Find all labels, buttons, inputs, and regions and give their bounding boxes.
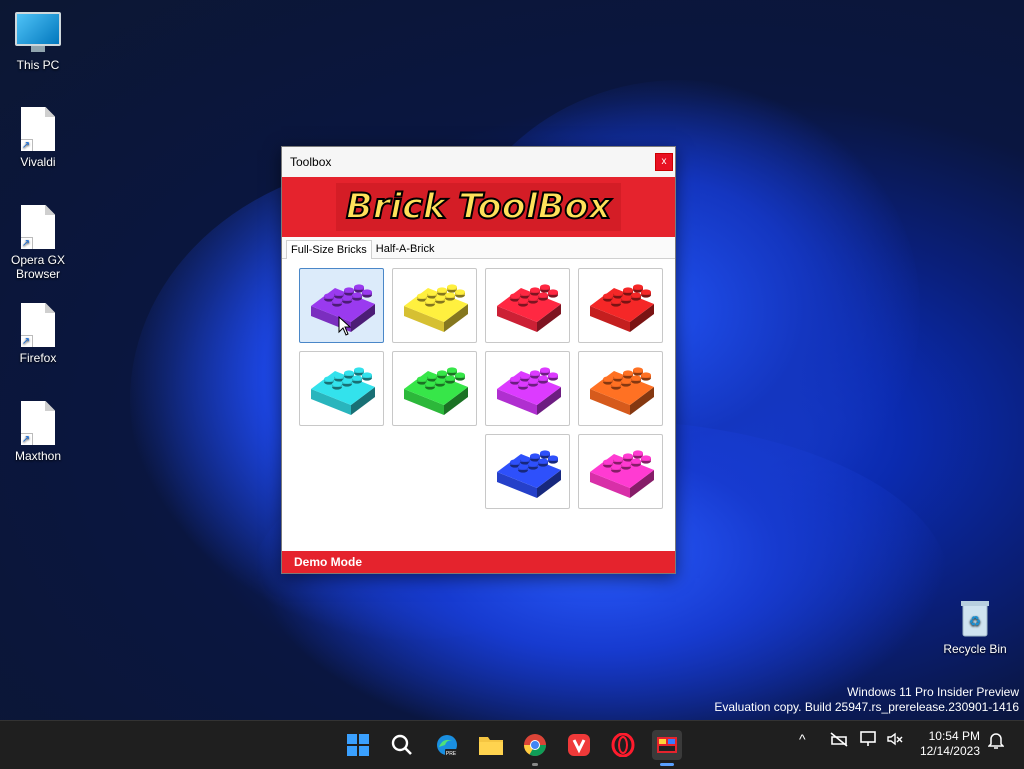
notification-bell-icon[interactable] (987, 731, 1005, 752)
lego-brick-icon (589, 366, 654, 415)
lego-brick-icon (403, 283, 468, 332)
close-button[interactable]: x (655, 153, 673, 171)
brick-red-button[interactable] (485, 268, 570, 343)
computer-icon (15, 12, 61, 52)
window-title: Toolbox (290, 155, 332, 169)
tab-bar: Full-Size Bricks Half-A-Brick (282, 237, 675, 259)
running-indicator (660, 763, 674, 766)
toolbox-window: Toolbox x Brick ToolBox Full-Size Bricks… (281, 146, 676, 574)
brick-grid (299, 268, 663, 509)
desktop-icon-maxthon[interactable]: ↗ Maxthon (0, 401, 76, 463)
display-icon[interactable] (860, 731, 878, 750)
desktop-icon-label: This PC (16, 58, 60, 72)
brick-dark-red-button[interactable] (578, 268, 663, 343)
brick-yellow-button[interactable] (392, 268, 477, 343)
tab-half-a-brick[interactable]: Half-A-Brick (372, 240, 439, 258)
file-shortcut-icon: ↗ (21, 303, 55, 347)
taskbar-clock[interactable]: 10:54 PM 12/14/2023 (908, 729, 980, 759)
lego-brick-icon (589, 449, 654, 498)
desktop-icon-label: Firefox (19, 351, 57, 365)
brick-toolbox-banner: Brick ToolBox (282, 177, 675, 237)
chrome-icon[interactable] (520, 730, 550, 766)
file-shortcut-icon: ↗ (21, 401, 55, 445)
desktop-icon-this-pc[interactable]: This PC (0, 12, 76, 72)
lego-brick-icon (496, 449, 561, 498)
lego-brick-icon (496, 283, 561, 332)
clock-time: 10:54 PM (928, 729, 980, 743)
os-watermark: Windows 11 Pro Insider Preview Evaluatio… (714, 685, 1019, 715)
file-shortcut-icon: ↗ (21, 205, 55, 249)
recycle-bin-icon: ♻ (958, 598, 992, 638)
brick-toolbox-logo: Brick ToolBox (336, 183, 621, 231)
mouse-cursor-icon (338, 315, 352, 341)
lego-brick-icon (403, 366, 468, 415)
network-off-icon[interactable] (829, 731, 849, 750)
brick-teal-button[interactable] (299, 351, 384, 426)
brick-blue-button[interactable] (485, 434, 570, 509)
svg-text:PRE: PRE (446, 751, 457, 757)
desktop-icon-label: Opera GX Browser (10, 253, 66, 281)
clock-date: 12/14/2023 (919, 744, 980, 758)
demo-mode-status: Demo Mode (282, 551, 675, 573)
window-titlebar[interactable]: Toolbox x (282, 147, 675, 177)
brick-toolbox-icon[interactable] (652, 730, 682, 766)
brick-pink-button[interactable] (578, 434, 663, 509)
tab-full-size-bricks[interactable]: Full-Size Bricks (286, 240, 372, 259)
desktop-icon-label: Vivaldi (20, 155, 56, 169)
desktop-icon-firefox[interactable]: ↗ Firefox (0, 303, 76, 365)
brick-magenta-button[interactable] (485, 351, 570, 426)
svg-text:♻: ♻ (969, 613, 982, 629)
edge-icon[interactable]: PRE (432, 730, 462, 760)
taskbar: PRE ^ 10:54 PM 12/14/2023 (0, 720, 1024, 769)
desktop-icon-label: Recycle Bin (943, 642, 1007, 656)
empty-slot (299, 434, 384, 509)
brick-green-button[interactable] (392, 351, 477, 426)
desktop-icon-recycle-bin[interactable]: ♻ Recycle Bin (937, 598, 1013, 656)
lego-brick-icon (310, 366, 375, 415)
empty-slot (392, 434, 477, 509)
lego-brick-icon (589, 283, 654, 332)
brick-orange-button[interactable] (578, 351, 663, 426)
desktop-icon-opera-gx[interactable]: ↗ Opera GX Browser (0, 205, 76, 281)
lego-brick-icon (496, 366, 561, 415)
chevron-up-icon[interactable]: ^ (799, 731, 806, 747)
opera-icon[interactable] (608, 730, 638, 760)
desktop-icon-vivaldi[interactable]: ↗ Vivaldi (0, 107, 76, 169)
search-icon[interactable] (387, 730, 417, 760)
file-explorer-icon[interactable] (476, 730, 506, 760)
watermark-line: Windows 11 Pro Insider Preview (847, 685, 1019, 699)
volume-muted-icon[interactable] (886, 731, 904, 750)
vivaldi-icon[interactable] (564, 730, 594, 760)
file-shortcut-icon: ↗ (21, 107, 55, 151)
start-icon[interactable] (343, 730, 373, 760)
watermark-line: Evaluation copy. Build 25947.rs_prerelea… (714, 700, 1019, 714)
desktop-icon-label: Maxthon (14, 449, 62, 463)
running-indicator (532, 763, 538, 766)
